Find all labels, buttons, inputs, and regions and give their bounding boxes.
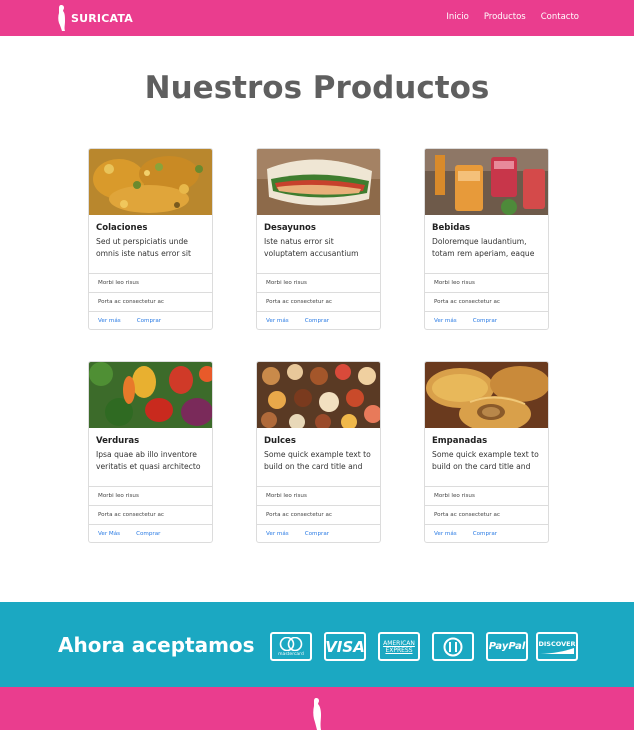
list-item: Porta ac consectetur ac: [89, 505, 212, 524]
diners-club-icon: [432, 632, 474, 661]
brand-logo[interactable]: SURICATA: [56, 4, 133, 32]
payment-title: Ahora aceptamos: [58, 633, 255, 657]
discover-label: DISCOVER: [538, 639, 576, 648]
comprar-link[interactable]: Comprar: [137, 318, 161, 329]
list-item: Porta ac consectetur ac: [257, 292, 380, 311]
navbar: SURICATA Inicio Productos Contacto: [0, 0, 634, 36]
card-image-empanadas: [425, 362, 548, 428]
card-text: Ipsa quae ab illo inventore veritatis et…: [96, 450, 201, 471]
card-title: Verduras: [96, 436, 140, 446]
nav-link-inicio[interactable]: Inicio: [446, 12, 469, 22]
nav-menu: Inicio Productos Contacto: [446, 12, 579, 22]
mastercard-label: mastercard: [278, 651, 304, 657]
card-image-bebidas: [425, 149, 548, 215]
card-title: Colaciones: [96, 223, 148, 233]
card-title: Dulces: [264, 436, 296, 446]
card-title: Bebidas: [432, 223, 471, 233]
comprar-link[interactable]: Comprar: [473, 531, 497, 542]
ver-mas-link[interactable]: Ver más: [434, 531, 457, 542]
payment-section: Ahora aceptamos mastercard VISA AMERICAN…: [0, 602, 634, 687]
meerkat-icon: [313, 698, 321, 730]
card-text: Some quick example text to build on the …: [264, 450, 371, 471]
footer: [0, 687, 634, 730]
paypal-label: PayPal: [488, 641, 526, 652]
card-image-verduras: [89, 362, 212, 428]
card-title: Empanadas: [432, 436, 488, 446]
comprar-link[interactable]: Comprar: [305, 318, 329, 329]
card-text: Some quick example text to build on the …: [432, 450, 539, 471]
list-item: Morbi leo risus: [89, 486, 212, 505]
nav-link-contacto[interactable]: Contacto: [541, 12, 579, 22]
mastercard-icon: mastercard: [270, 632, 312, 661]
card-text: Doloremque laudantium, totam rem aperiam…: [432, 237, 535, 258]
list-item: Porta ac consectetur ac: [425, 505, 548, 524]
ver-mas-link[interactable]: Ver más: [266, 318, 289, 329]
product-card-empanadas: Empanadas Some quick example text to bui…: [424, 361, 549, 543]
ver-mas-link[interactable]: Ver Más: [98, 531, 120, 542]
brand-name: SURICATA: [71, 11, 133, 25]
list-item: Porta ac consectetur ac: [425, 292, 548, 311]
product-card-verduras: Verduras Ipsa quae ab illo inventore ver…: [88, 361, 213, 543]
amex-label-2: EXPRESS: [385, 646, 413, 654]
amex-label-1: AMERICAN: [383, 639, 415, 647]
visa-label: VISA: [325, 637, 365, 656]
paypal-icon: PayPal: [486, 632, 528, 661]
list-item: Morbi leo risus: [257, 273, 380, 292]
product-card-desayunos: Desayunos Iste natus error sit voluptate…: [256, 148, 381, 330]
card-title: Desayunos: [264, 223, 316, 233]
card-image-colaciones: [89, 149, 212, 215]
amex-icon: AMERICAN EXPRESS: [378, 632, 420, 661]
page-title: Nuestros Productos: [144, 70, 490, 106]
product-card-dulces: Dulces Some quick example text to build …: [256, 361, 381, 543]
card-image-desayunos: [257, 149, 380, 215]
product-card-colaciones: Colaciones Sed ut perspiciatis unde omni…: [88, 148, 213, 330]
list-item: Morbi leo risus: [425, 486, 548, 505]
comprar-link[interactable]: Comprar: [136, 531, 160, 542]
card-text: Sed ut perspiciatis unde omnis iste natu…: [96, 237, 191, 258]
card-text: Iste natus error sit voluptatem accusant…: [264, 237, 359, 258]
ver-mas-link[interactable]: Ver más: [434, 318, 457, 329]
list-item: Morbi leo risus: [257, 486, 380, 505]
list-item: Morbi leo risus: [89, 273, 212, 292]
list-item: Porta ac consectetur ac: [89, 292, 212, 311]
product-card-bebidas: Bebidas Doloremque laudantium, totam rem…: [424, 148, 549, 330]
list-item: Morbi leo risus: [425, 273, 548, 292]
nav-link-productos[interactable]: Productos: [484, 12, 526, 22]
discover-icon: DISCOVER: [536, 632, 578, 661]
visa-icon: VISA: [324, 632, 366, 661]
ver-mas-link[interactable]: Ver más: [266, 531, 289, 542]
comprar-link[interactable]: Comprar: [305, 531, 329, 542]
card-image-dulces: [257, 362, 380, 428]
comprar-link[interactable]: Comprar: [473, 318, 497, 329]
meerkat-icon: [58, 5, 65, 31]
list-item: Porta ac consectetur ac: [257, 505, 380, 524]
ver-mas-link[interactable]: Ver más: [98, 318, 121, 329]
